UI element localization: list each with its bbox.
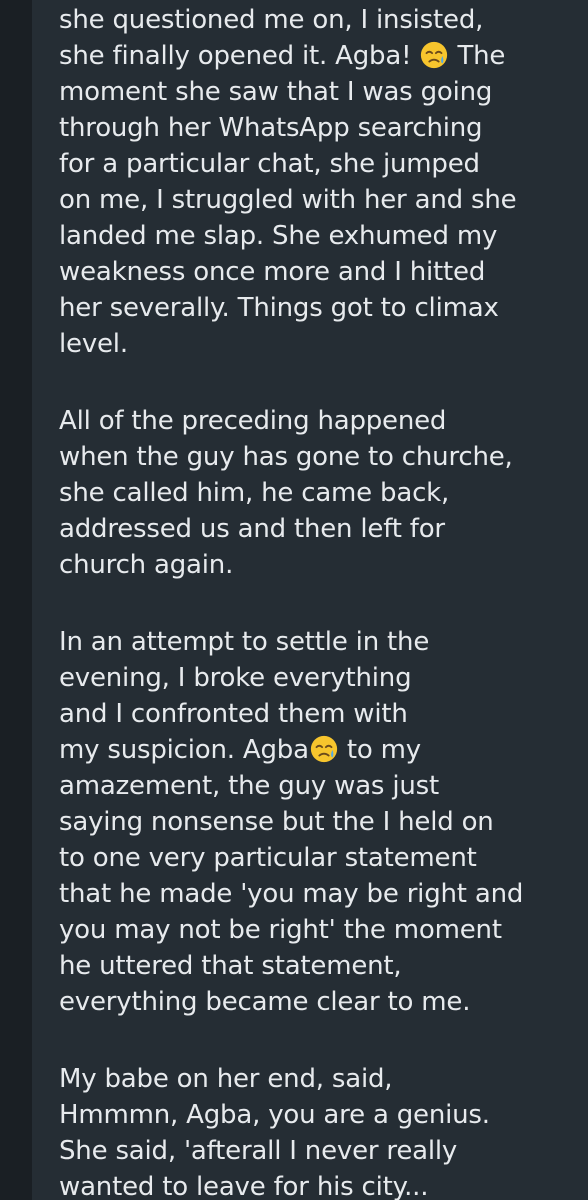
post-paragraph: she questioned me on, I insisted, she fin… [59,2,581,362]
post-line: my suspicion. Agba to my [59,735,421,765]
post-line: In an attempt to settle in the [59,627,430,657]
post-line: Hmmmn, Agba, you are a genius. [59,1100,490,1130]
post-paragraph: My babe on her end, said, Hmmmn, Agba, yo… [59,1061,581,1200]
post-card: she questioned me on, I insisted, she fin… [32,0,588,1200]
sad-but-relieved-face-icon [310,735,337,763]
post-line: weakness once more and I hitted [59,257,486,287]
post-line: for a particular chat, she jumped [59,149,480,179]
post-line: church again. [59,550,234,580]
post-line: She said, 'afterall I never really [59,1136,458,1166]
post-line: she called him, he came back, [59,478,450,508]
post-text: she questioned me on, I insisted, she fin… [59,2,581,1200]
post-line: when the guy has gone to churche, [59,442,513,472]
post-line: amazement, the guy was just [59,771,439,801]
post-line: she finally opened it. Agba! The [59,41,506,71]
left-margin [0,0,32,1200]
post-paragraph: In an attempt to settle in the evening, I… [59,624,581,1020]
post-line: My babe on her end, said, [59,1064,393,1094]
post-line: wanted to leave for his city... [59,1172,429,1200]
post-line: level. [59,329,128,359]
post-line: to one very particular statement [59,843,477,873]
post-line: her severally. Things got to climax [59,293,499,323]
post-line: on me, I struggled with her and she [59,185,517,215]
post-line: landed me slap. She exhumed my [59,221,498,251]
sad-but-relieved-face-icon [421,41,448,69]
post-line: everything became clear to me. [59,987,471,1017]
post-line: he uttered that statement, [59,951,402,981]
post-line: you may not be right' the moment [59,915,502,945]
post-paragraph: All of the preceding happened when the gu… [59,403,581,583]
post-line: saying nonsense but the I held on [59,807,494,837]
post-line: she questioned me on, I insisted, [59,5,484,35]
post-line: that he made 'you may be right and [59,879,524,909]
post-line: moment she saw that I was going [59,77,493,107]
post-line: and I confronted them with [59,699,408,729]
post-line: addressed us and then left for [59,514,445,544]
screen: she questioned me on, I insisted, she fin… [0,0,588,1200]
post-line: All of the preceding happened [59,406,447,436]
post-line: through her WhatsApp searching [59,113,483,143]
post-line: evening, I broke everything [59,663,412,693]
